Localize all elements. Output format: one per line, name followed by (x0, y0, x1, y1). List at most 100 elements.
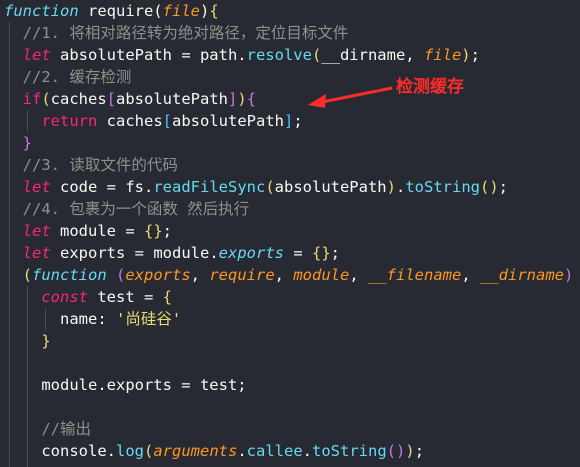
annotation-label: 检测缓存 (396, 77, 464, 97)
code-token: ( (4, 266, 32, 284)
code-token: ( (143, 442, 154, 460)
code-token: absolutePath = path. (50, 46, 247, 64)
code-token: __dirname (480, 266, 565, 284)
code-token: , (190, 266, 210, 284)
code-token: {} (311, 244, 331, 262)
code-token: __filename (368, 266, 462, 284)
code-token: absolutePath (172, 112, 284, 130)
code-line[interactable]: name: '尚硅谷' (4, 308, 181, 330)
code-line[interactable]: console. log(arguments. callee. toString())… (4, 440, 424, 462)
code-token: ( (41, 90, 51, 108)
code-line[interactable]: //3. 读取文件的代码 (4, 154, 178, 176)
code-token: module = (50, 222, 144, 240)
code-token: console. (4, 442, 116, 460)
code-token: caches (97, 112, 163, 130)
code-token: [ (162, 112, 172, 130)
code-token: ( (265, 178, 275, 196)
code-token: function (32, 266, 107, 284)
code-line[interactable]: //输出 (4, 418, 91, 440)
code-token: function (4, 2, 79, 20)
code-line[interactable]: let absolutePath = path. resolve(__dirnam… (4, 44, 480, 66)
code-token: } (4, 134, 32, 152)
code-token: //2. 缓存检测 (4, 68, 132, 86)
arrow-icon (308, 86, 393, 108)
code-token: let (4, 46, 51, 64)
code-token: resolve (246, 46, 312, 64)
code-token: = (283, 244, 312, 262)
code-token: ; (293, 112, 303, 130)
code-token: ) (564, 266, 574, 284)
code-token: module.exports = test; (4, 376, 247, 394)
code-line[interactable]: //4. 包裹为一个函数 然后执行 (4, 198, 250, 220)
code-token: ( (311, 46, 322, 64)
code-token: module. (153, 244, 219, 262)
code-token: , (461, 266, 481, 284)
code-token: ; (498, 178, 508, 196)
code-line[interactable]: return caches[absolutePath]; (4, 110, 303, 132)
code-token: let (4, 178, 51, 196)
code-token: readFileSync (153, 178, 266, 196)
code-token: ) (405, 442, 415, 460)
code-token: () (386, 442, 406, 460)
code-token: test = (88, 288, 163, 306)
code-line[interactable]: //2. 缓存检测 (4, 66, 132, 88)
code-line[interactable]: module.exports = test; (4, 374, 247, 396)
code-token: { (162, 288, 172, 306)
code-token: ] (283, 112, 294, 130)
code-token: toString (405, 178, 480, 196)
code-token: exports (125, 266, 191, 284)
code-token: . (395, 178, 406, 196)
code-token: //4. 包裹为一个函数 然后执行 (4, 200, 250, 218)
code-token: [ (106, 90, 117, 108)
code-editor[interactable]: function require(file){ //1. 将相对路径转为绝对路径… (0, 0, 580, 467)
code-token: { (209, 2, 219, 20)
code-token: file (162, 2, 200, 20)
code-token: toString (312, 442, 387, 460)
code-token: caches (50, 90, 107, 108)
code-line[interactable]: let code = fs. readFileSync(absolutePath)… (4, 176, 508, 198)
code-token: //3. 读取文件的代码 (4, 156, 178, 174)
code-token: ) (199, 2, 210, 20)
code-token: require (209, 266, 275, 284)
code-token: const (4, 288, 88, 306)
code-token: code = fs. (50, 178, 154, 196)
code-line[interactable]: let exports = module. exports = {}; (4, 242, 340, 264)
code-line[interactable]: } (4, 330, 51, 352)
code-line[interactable]: const test = { (4, 286, 172, 308)
code-token: require( (78, 2, 163, 20)
code-line[interactable]: if(caches[absolutePath]){ (4, 88, 256, 110)
code-token: //输出 (4, 420, 91, 438)
code-token: , (274, 266, 294, 284)
code-line[interactable]: //1. 将相对路径转为绝对路径，定位目标文件 (4, 22, 349, 44)
code-token: return (4, 112, 98, 130)
code-token: exports = (50, 244, 154, 262)
code-token: ; (470, 46, 480, 64)
code-token: () (479, 178, 499, 196)
code-token: ( (116, 266, 126, 284)
code-token: file (423, 46, 462, 64)
code-token: callee (246, 442, 303, 460)
code-token: } (4, 332, 51, 350)
code-token: ) (386, 178, 396, 196)
code-token: . (302, 442, 313, 460)
code-token: __dirname, (321, 46, 424, 64)
code-token: . (237, 442, 247, 460)
code-token: arguments (153, 442, 238, 460)
code-token: exports (218, 244, 284, 262)
code-token: , (349, 266, 369, 284)
code-token: ) (461, 46, 471, 64)
code-token: let (4, 244, 51, 262)
code-token: log (115, 442, 144, 460)
code-line[interactable]: } (4, 132, 32, 154)
code-token: absolutePath (116, 90, 228, 108)
code-token: '尚硅谷' (115, 310, 182, 328)
code-line[interactable]: function require(file){ (4, 0, 219, 22)
code-token: name: (4, 310, 116, 328)
code-token: absolutePath (274, 178, 387, 196)
code-token: ) (237, 90, 247, 108)
code-line[interactable]: (function (exports, require, module, __f… (4, 264, 580, 286)
code-line[interactable]: let module = {}; (4, 220, 172, 242)
code-token: //1. 将相对路径转为绝对路径，定位目标文件 (4, 24, 349, 42)
code-token: { (246, 90, 257, 108)
